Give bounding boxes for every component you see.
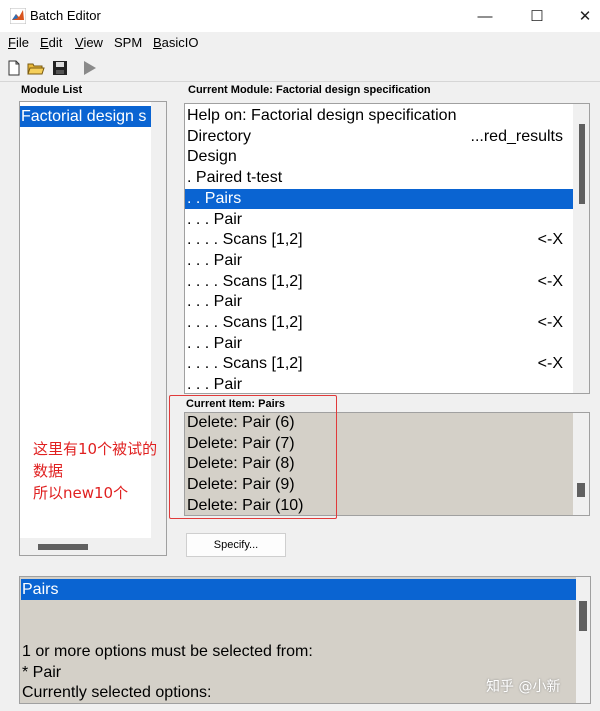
module-list-item[interactable]: Factorial design s	[20, 106, 151, 127]
module-row[interactable]: . . . Pair	[185, 375, 573, 394]
current-item-vscroll[interactable]	[573, 413, 589, 515]
module-row[interactable]: . . . Pair	[185, 210, 573, 231]
module-row-label: . . . . Scans [1,2]	[187, 355, 303, 373]
menu-edit[interactable]: Edit	[40, 35, 62, 50]
module-row-label: . . . . Scans [1,2]	[187, 272, 303, 290]
help-line-2: * Pair	[22, 663, 62, 681]
annotation-highlight-box	[169, 395, 337, 519]
help-line-1: 1 or more options must be selected from:	[22, 643, 313, 660]
current-module-heading: Current Module: Factorial design specifi…	[188, 84, 431, 96]
save-icon[interactable]	[51, 59, 69, 77]
module-row-value: <-X	[537, 314, 563, 331]
current-item-vscroll-thumb[interactable]	[577, 483, 585, 497]
menu-view[interactable]: View	[75, 35, 103, 50]
current-module-rows: Help on: Factorial design specification D…	[185, 106, 573, 394]
module-row[interactable]: . Paired t-test	[185, 168, 573, 189]
annotation-text: 这里有10个被试的 数据 所以new10个	[33, 438, 157, 504]
module-row-label: . Paired t-test	[187, 169, 283, 187]
module-row-value: ...red_results	[470, 127, 563, 145]
module-list-heading: Module List	[21, 84, 83, 96]
help-vscroll[interactable]	[576, 577, 590, 703]
module-row-label: . . . . Scans [1,2]	[187, 314, 303, 331]
new-file-icon[interactable]	[5, 59, 23, 77]
help-vscroll-thumb[interactable]	[579, 601, 587, 631]
module-row[interactable]: . . . . Scans [1,2] <-X	[185, 272, 573, 293]
module-row[interactable]: Design	[185, 147, 573, 168]
menu-spm[interactable]: SPM	[114, 35, 142, 50]
minimize-button[interactable]: —	[462, 0, 508, 32]
module-row-label: . . . Pair	[187, 334, 243, 352]
annotation-line-2: 数据	[33, 462, 64, 480]
help-line-3: Currently selected options:	[22, 684, 212, 701]
menu-basicio[interactable]: BasicIO	[153, 35, 199, 50]
module-row-label: . . . Pair	[187, 251, 243, 269]
module-row-value: <-X	[537, 272, 563, 290]
run-icon[interactable]	[80, 59, 98, 77]
annotation-line-1: 这里有10个被试的	[33, 440, 158, 458]
watermark: 知乎 @小新	[486, 679, 561, 695]
module-row-label: Directory	[187, 127, 252, 145]
module-list-hscroll-thumb[interactable]	[38, 544, 88, 550]
module-row[interactable]: . . . . Scans [1,2] <-X	[185, 313, 573, 334]
close-button[interactable]: ✕	[562, 0, 600, 32]
module-row[interactable]: . . . . Scans [1,2] <-X	[185, 354, 573, 375]
module-row-label: . . Pairs	[187, 189, 242, 207]
specify-button[interactable]: Specify...	[186, 533, 286, 557]
module-row-label: . . . . Scans [1,2]	[187, 231, 303, 249]
module-row-label: . . . Pair	[187, 293, 243, 311]
annotation-line-3: 所以new10个	[33, 484, 129, 502]
module-row[interactable]: . . Pairs	[185, 188, 573, 210]
module-row-value: <-X	[537, 231, 563, 249]
current-module-panel: Help on: Factorial design specification D…	[184, 103, 590, 394]
module-row-label: . . . Pair	[187, 210, 243, 228]
module-row-label: . . . Pair	[187, 376, 243, 394]
open-folder-icon[interactable]	[27, 59, 45, 77]
help-title: Pairs	[21, 579, 576, 600]
module-row-label: Help on: Factorial design specification	[187, 107, 457, 124]
module-row[interactable]: . . . Pair	[185, 334, 573, 355]
help-text: 1 or more options must be selected from:…	[22, 642, 313, 703]
module-row[interactable]: Directory ...red_results	[185, 127, 573, 148]
matlab-app-icon	[10, 8, 26, 24]
module-row-value: <-X	[537, 355, 563, 373]
module-row[interactable]: . . . Pair	[185, 292, 573, 313]
maximize-button[interactable]: ☐	[514, 0, 560, 32]
current-module-vscroll-thumb[interactable]	[579, 124, 585, 204]
menu-file[interactable]: File	[8, 35, 29, 50]
module-row[interactable]: Help on: Factorial design specification	[185, 106, 573, 127]
window-title: Batch Editor	[30, 8, 101, 23]
module-row[interactable]: . . . . Scans [1,2] <-X	[185, 230, 573, 251]
module-row[interactable]: . . . Pair	[185, 251, 573, 272]
module-row-label: Design	[187, 148, 237, 166]
